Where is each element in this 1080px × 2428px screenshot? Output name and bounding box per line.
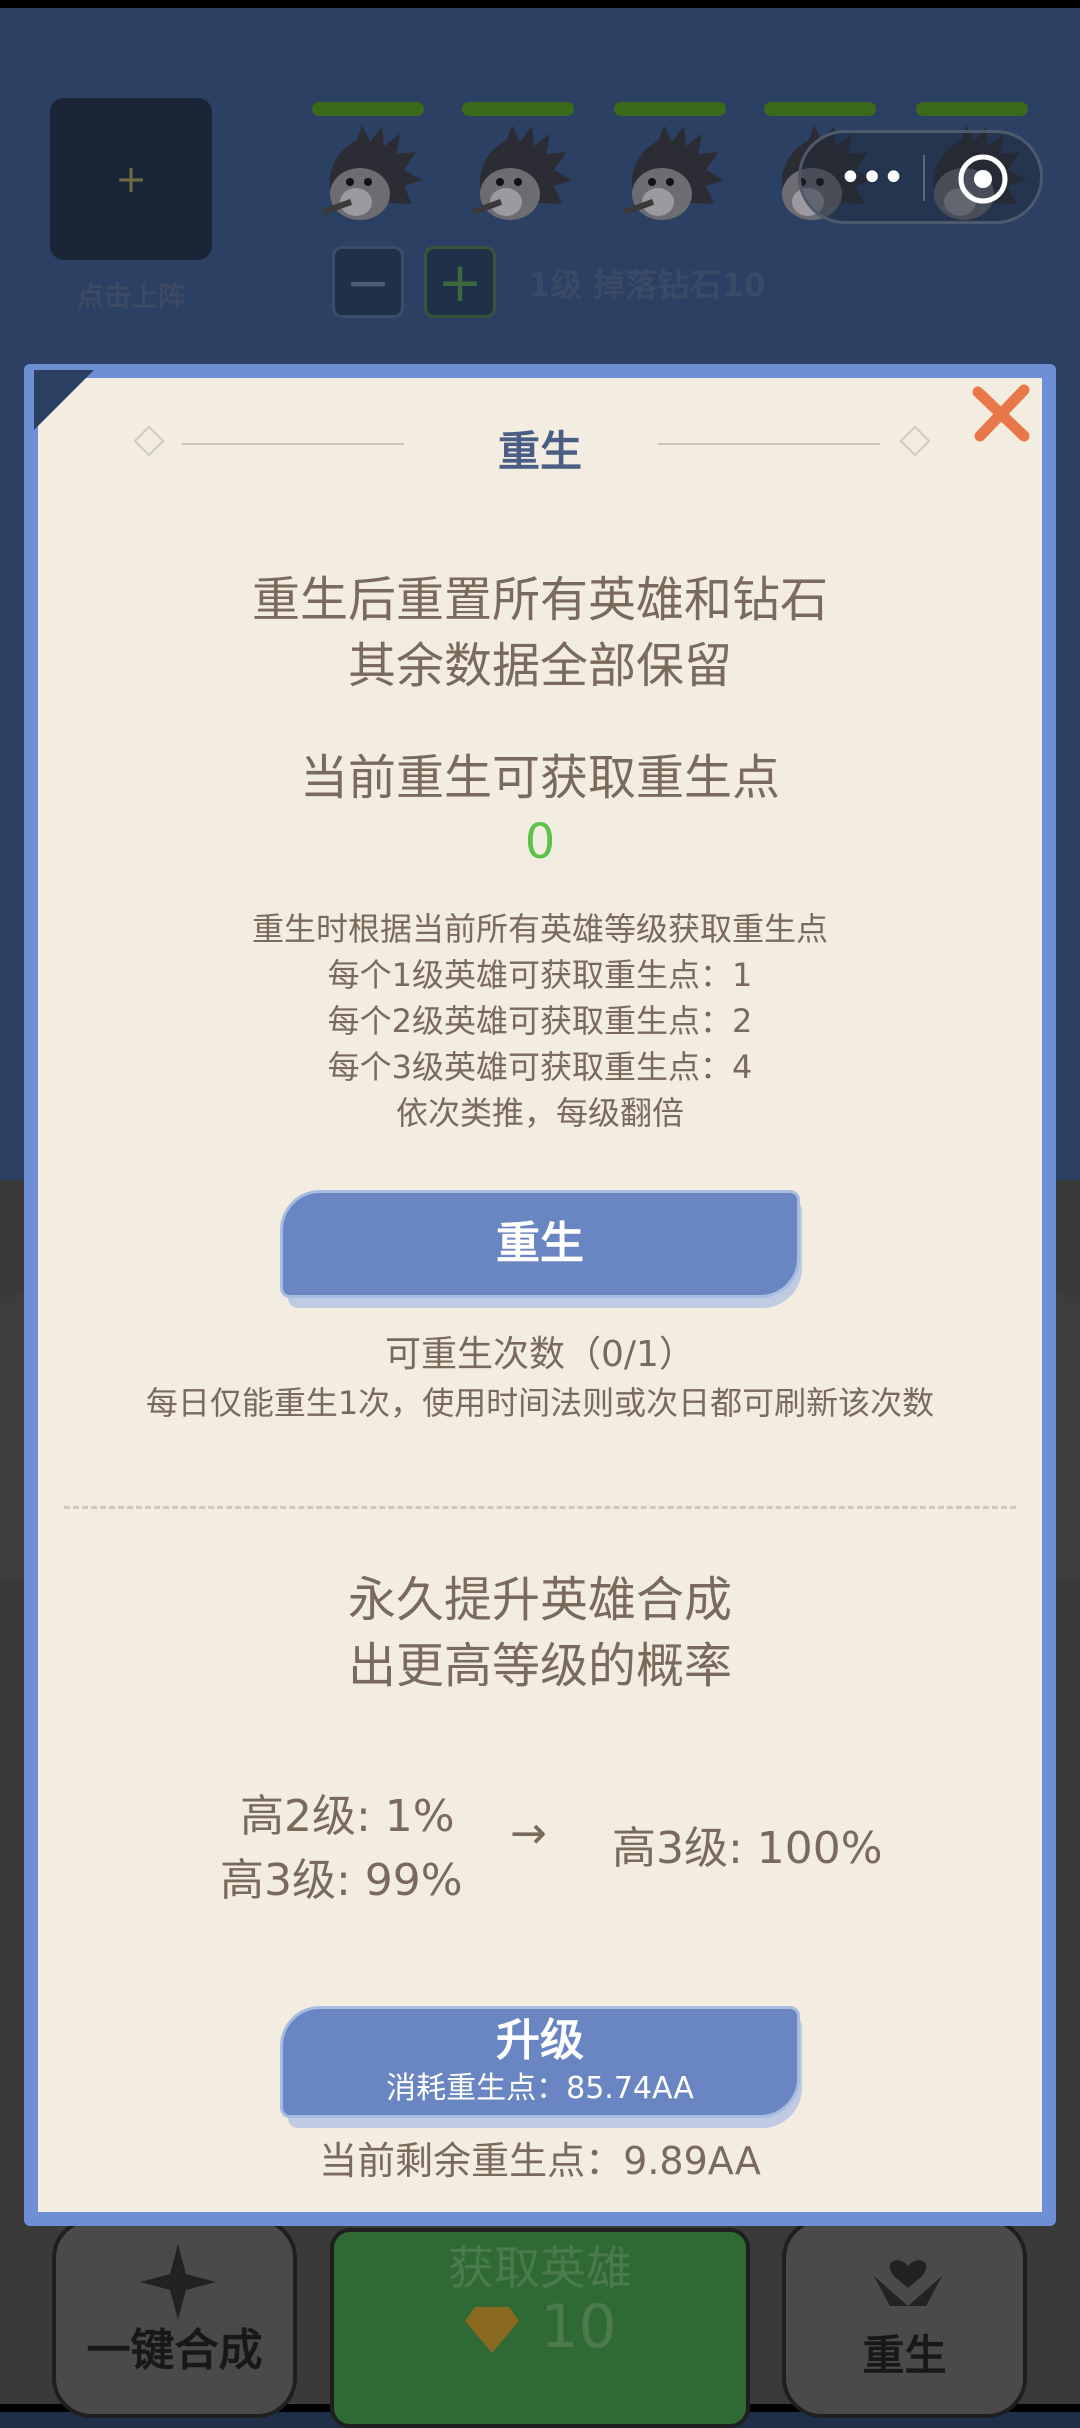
deploy-slot-label: 点击上阵 [77, 282, 185, 313]
hero-hp-bar [312, 102, 424, 116]
upgrade-heading-line-1: 永久提升英雄合成 [347, 1572, 732, 1628]
capsule-divider [923, 155, 925, 201]
plus-icon: + [115, 157, 147, 201]
get-hero-cost: 10 [334, 2292, 746, 2362]
current-prob-line: 高2级: 1% [240, 1791, 455, 1842]
hedgehog-hero-icon[interactable] [614, 120, 729, 230]
level-up-button[interactable]: + [424, 246, 496, 318]
cost-value: 10 [540, 2292, 617, 2362]
level-down-button[interactable]: − [332, 246, 404, 318]
hedgehog-hero-icon[interactable] [462, 120, 577, 230]
rebirth-note: 每日仅能重生1次，使用时间法则或次日都可刷新该次数 [145, 1384, 935, 1422]
deploy-slot[interactable]: + [50, 98, 212, 260]
section-divider [64, 1506, 1016, 1509]
more-menu-icon[interactable]: ••• [831, 151, 911, 205]
close-miniprogram-icon[interactable] [957, 153, 1009, 205]
merge-label: 一键合成 [86, 2325, 263, 2376]
hedgehog-hero-icon[interactable] [312, 120, 427, 230]
intro-line-2: 其余数据全部保留 [347, 638, 732, 694]
upgrade-button-label: 升级 [496, 2015, 584, 2066]
top-edge [0, 0, 1080, 8]
intro-line-1: 重生后重置所有英雄和钻石 [251, 572, 828, 628]
points-value: 0 [524, 814, 556, 870]
hero-hp-bar [916, 102, 1028, 116]
next-prob: 高3级: 100% [612, 1823, 883, 1874]
rule-line: 每个1级英雄可获取重生点：1 [327, 956, 753, 994]
rebirth-count: 可重生次数（0/1） [385, 1334, 695, 1375]
hero-hp-bar [764, 102, 876, 116]
hero-hp-bar [614, 102, 726, 116]
hero-hp-bar [462, 102, 574, 116]
rebirth-tab-button[interactable]: 重生 [782, 2218, 1027, 2418]
upgrade-heading-line-2: 出更高等级的概率 [347, 1638, 732, 1694]
diamond-icon [465, 2307, 520, 2354]
get-hero-button[interactable]: 获取英雄 10 [330, 2228, 750, 2428]
arrow-icon: → [510, 1808, 547, 1859]
rule-line: 依次类推，每级翻倍 [395, 1094, 684, 1132]
rebirth-tab-label: 重生 [862, 2331, 947, 2380]
upgrade-button[interactable]: 升级 消耗重生点：85.74AA [280, 2006, 800, 2118]
current-prob-line: 高3级: 99% [220, 1855, 463, 1906]
rule-line: 重生时根据当前所有英雄等级获取重生点 [251, 910, 828, 948]
plus-icon: + [437, 250, 483, 314]
points-heading: 当前重生可获取重生点 [299, 750, 780, 806]
upgrade-cost: 消耗重生点：85.74AA [386, 2071, 694, 2106]
rule-line: 每个2级英雄可获取重生点：2 [327, 1002, 753, 1040]
rule-line: 每个3级英雄可获取重生点：4 [327, 1048, 753, 1086]
hands-heart-icon [874, 2260, 942, 2306]
sparkle-icon [140, 2244, 216, 2320]
rebirth-button[interactable]: 重生 [280, 1190, 800, 1298]
minus-icon: − [345, 250, 391, 314]
title-line-right [658, 443, 880, 445]
remaining-points: 当前剩余重生点：9.89AA [319, 2139, 761, 2183]
miniprogram-capsule: ••• [798, 130, 1043, 224]
one-click-merge-button[interactable]: 一键合成 [52, 2218, 297, 2418]
get-hero-label: 获取英雄 [448, 2241, 632, 2295]
level-drop-text: 1级 掉落钻石10 [528, 266, 766, 304]
